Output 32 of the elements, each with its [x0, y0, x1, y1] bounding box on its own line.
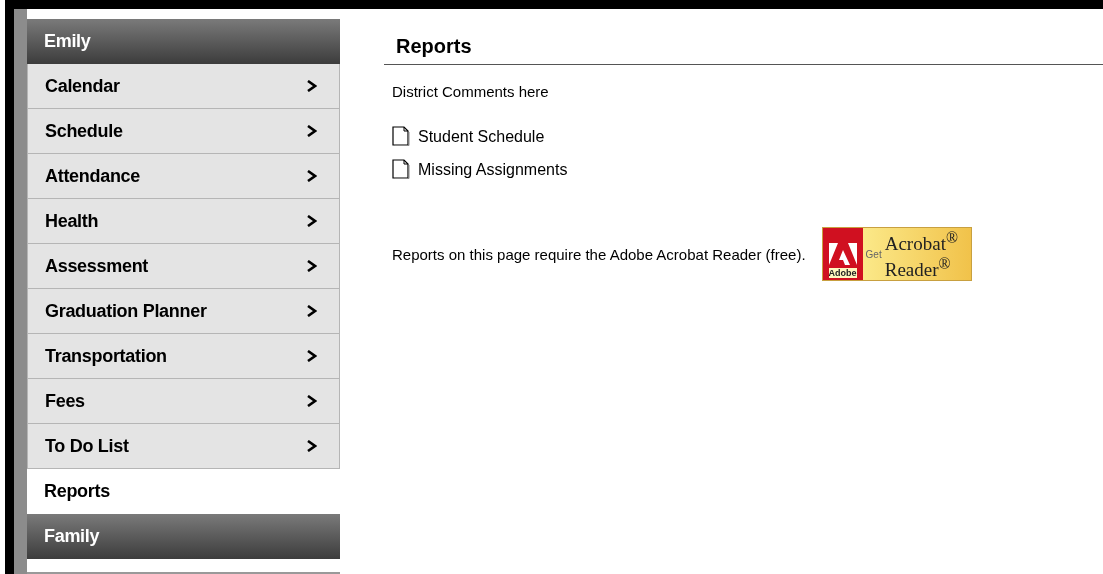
- nav-item[interactable]: Assessment: [27, 244, 340, 289]
- section-header[interactable]: Family: [27, 514, 340, 559]
- chevron-icon: [307, 260, 317, 272]
- document-icon: [392, 126, 410, 146]
- chevron-icon: [307, 215, 317, 227]
- nav-item[interactable]: Transportation: [27, 334, 340, 379]
- section-header[interactable]: Emily: [27, 19, 340, 64]
- chevron-icon: [307, 80, 317, 92]
- nav-item[interactable]: Schedule: [27, 109, 340, 154]
- nav-item[interactable]: Graduation Planner: [27, 289, 340, 334]
- chevron-icon: [307, 350, 317, 362]
- nav-item[interactable]: Attendance: [27, 154, 340, 199]
- badge-maker: Adobe: [828, 268, 857, 278]
- acrobat-note: Reports on this page require the Adobe Acrobat Reader (free).: [392, 245, 806, 263]
- chevron-icon: [307, 440, 317, 452]
- district-comments: District Comments here: [391, 82, 550, 100]
- nav-item[interactable]: Fees: [27, 379, 340, 424]
- document-icon: [392, 159, 410, 179]
- nav-item[interactable]: Health: [27, 199, 340, 244]
- badge-product: Acrobat$^{®}$: [884, 227, 958, 254]
- adobe-logo-icon: [828, 243, 857, 267]
- nav-item[interactable]: Calendar: [27, 64, 340, 109]
- chevron-icon: [307, 305, 317, 317]
- chevron-icon: [307, 170, 317, 182]
- report-link[interactable]: Student Schedule: [418, 128, 545, 146]
- badge-get: Get: [865, 248, 882, 260]
- badge-product: Reader$^{®}$: [884, 254, 952, 281]
- nav-item[interactable]: To Do List: [27, 424, 340, 469]
- page-title: Reports: [384, 9, 1103, 65]
- chevron-icon: [307, 125, 317, 137]
- report-link[interactable]: Missing Assignments: [418, 161, 568, 179]
- chevron-icon: [307, 395, 317, 407]
